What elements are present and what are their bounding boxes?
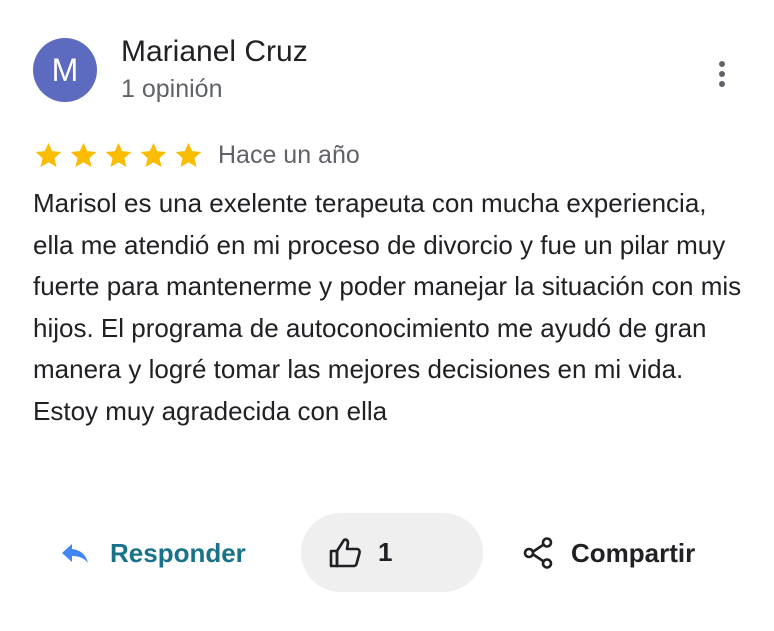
star-icon bbox=[140, 142, 167, 167]
share-icon bbox=[523, 537, 553, 569]
share-button[interactable]: Compartir bbox=[523, 531, 695, 575]
star-icon bbox=[175, 142, 202, 167]
review-text: Marisol es una exelente terapeuta con mu… bbox=[33, 188, 742, 426]
star-rating bbox=[33, 140, 204, 171]
like-button[interactable]: 1 bbox=[301, 513, 483, 592]
more-options-button[interactable] bbox=[702, 54, 742, 94]
reviewer-review-count: 1 opinión bbox=[121, 75, 223, 103]
reply-button[interactable]: Responder bbox=[60, 531, 246, 575]
reply-label: Responder bbox=[110, 537, 246, 568]
rating-row: Hace un año bbox=[33, 138, 360, 172]
star-icon bbox=[105, 142, 132, 167]
share-label: Compartir bbox=[571, 537, 696, 568]
star-icon bbox=[35, 142, 62, 167]
more-vert-icon bbox=[719, 61, 725, 87]
avatar[interactable]: M bbox=[33, 38, 97, 102]
like-count: 1 bbox=[378, 537, 393, 567]
thumb-up-icon bbox=[329, 537, 361, 567]
reviewer-name[interactable]: Marianel Cruz bbox=[121, 33, 308, 71]
avatar-initial: M bbox=[51, 52, 79, 88]
star-icon bbox=[70, 142, 97, 167]
reply-icon bbox=[62, 544, 88, 563]
review-time: Hace un año bbox=[218, 141, 360, 169]
